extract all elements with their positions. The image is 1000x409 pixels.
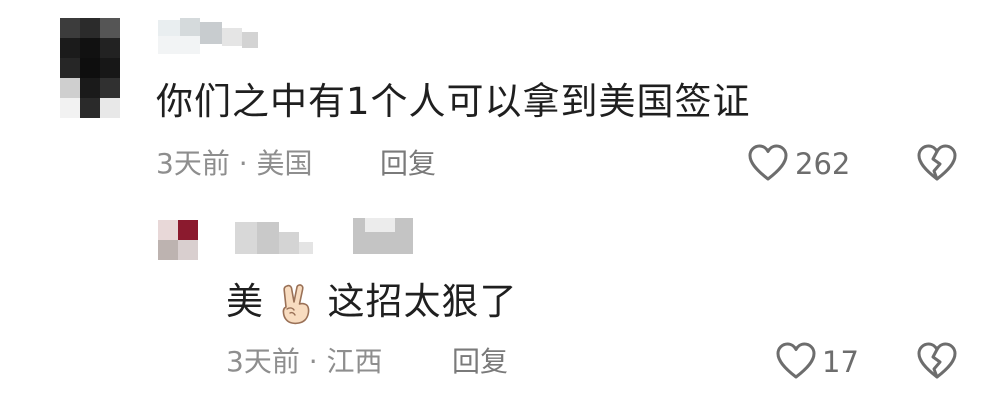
reply-username-blurred[interactable] bbox=[235, 218, 425, 258]
comment-time: 3天前 bbox=[156, 147, 230, 180]
comment-location: 美国 bbox=[256, 147, 313, 180]
reply-text-before: 美 bbox=[226, 280, 264, 323]
username-blurred[interactable] bbox=[158, 18, 258, 58]
reply-user-avatar[interactable] bbox=[158, 220, 198, 260]
reply-time: 3天前 bbox=[226, 345, 300, 378]
comment-thread: 你们之中有1个人可以拿到美国签证 3天前 · 美国 回复 262 美 这招太狠了… bbox=[0, 0, 1000, 409]
like-count: 262 bbox=[795, 147, 851, 181]
meta-separator: · bbox=[308, 345, 318, 378]
heart-outline-icon[interactable] bbox=[747, 143, 789, 183]
reply-button[interactable]: 回复 bbox=[452, 344, 508, 380]
reply-meta: 3天前 · 江西 bbox=[226, 344, 383, 380]
heart-outline-icon[interactable] bbox=[775, 341, 817, 381]
comment-meta: 3天前 · 美国 bbox=[156, 146, 313, 182]
reply-like-count: 17 bbox=[822, 345, 859, 379]
meta-separator: · bbox=[238, 147, 248, 180]
user-avatar[interactable] bbox=[60, 18, 120, 118]
reply-text: 美 这招太狠了 bbox=[226, 280, 518, 326]
reply-location: 江西 bbox=[326, 345, 383, 378]
reply-button[interactable]: 回复 bbox=[380, 146, 436, 182]
comment-text: 你们之中有1个人可以拿到美国签证 bbox=[156, 80, 751, 123]
broken-heart-icon[interactable] bbox=[916, 143, 958, 183]
broken-heart-icon[interactable] bbox=[916, 341, 958, 381]
reply-text-after: 这招太狠了 bbox=[327, 280, 518, 323]
victory-hand-icon bbox=[282, 283, 310, 324]
